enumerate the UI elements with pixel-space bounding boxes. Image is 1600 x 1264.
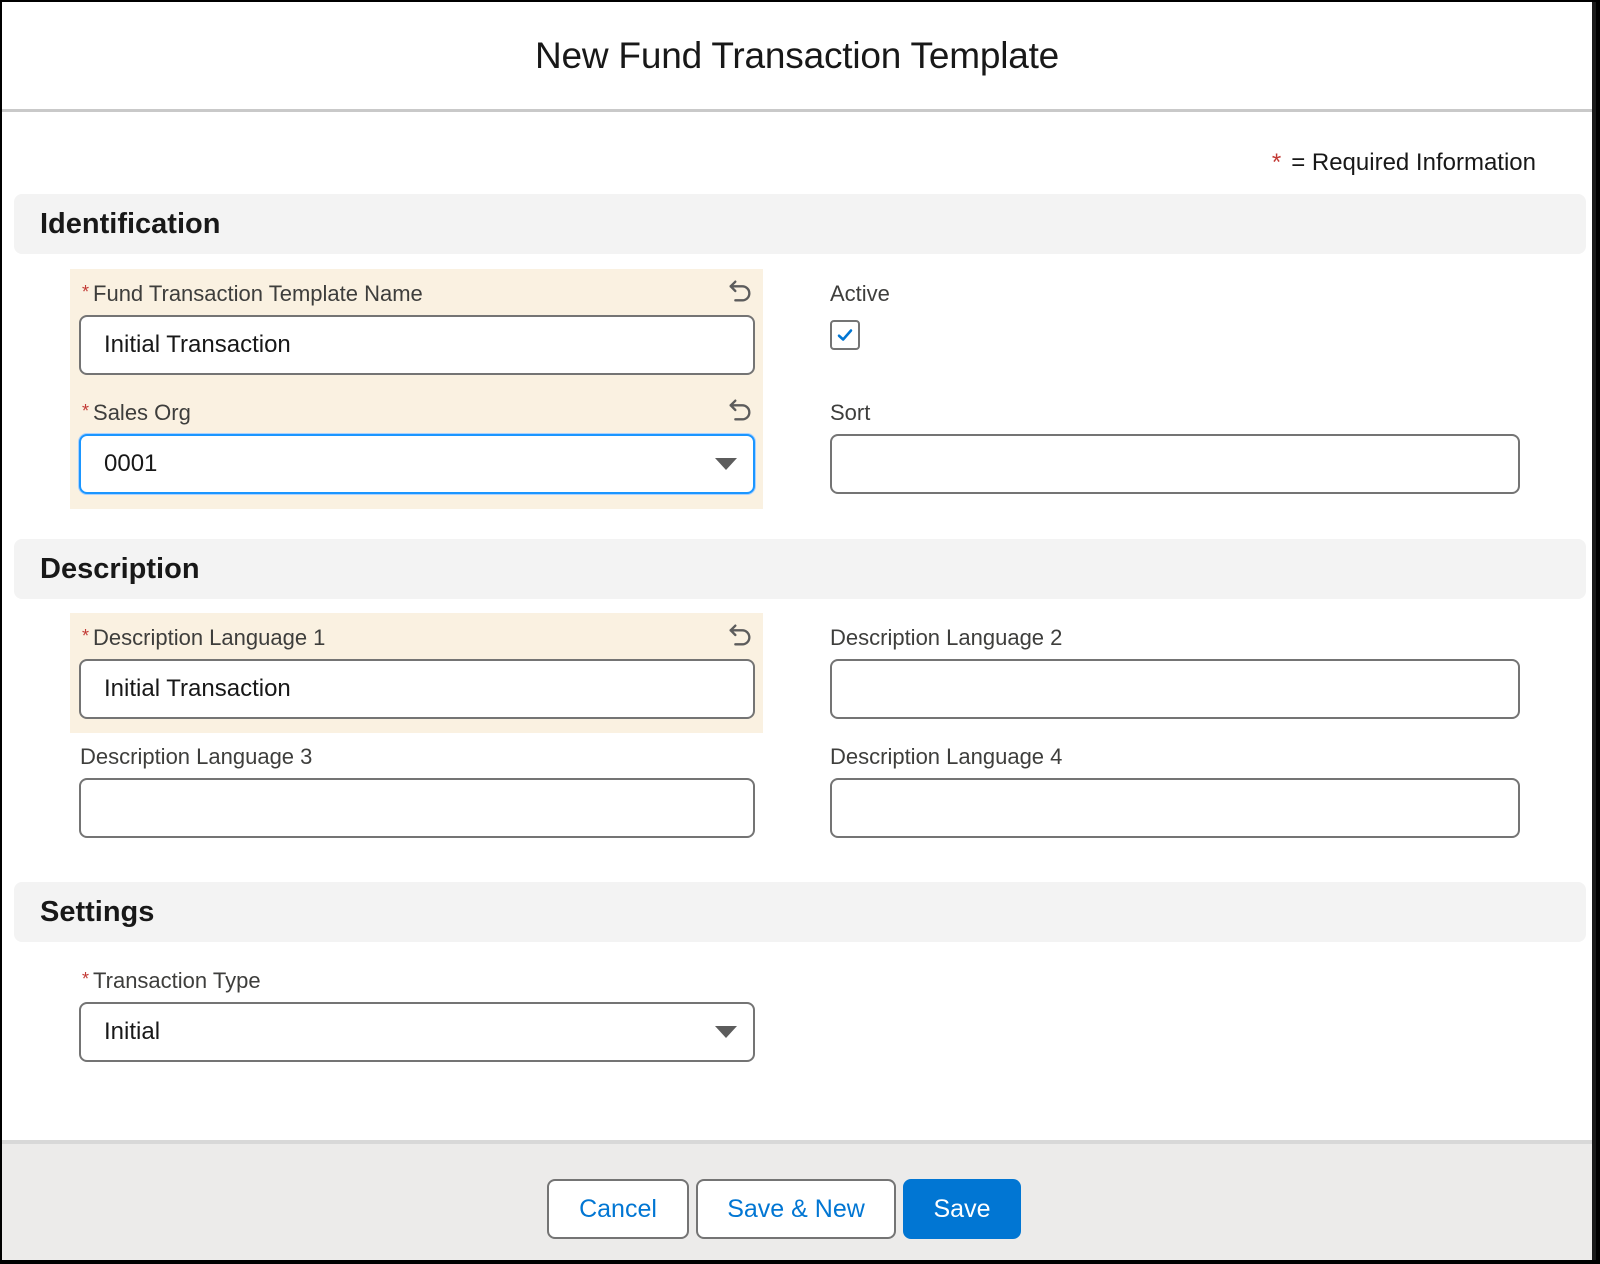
- changed-fields-group: * Fund Transaction Template Name Initial …: [70, 269, 763, 509]
- required-indicator: *: [82, 282, 90, 302]
- undo-icon[interactable]: [726, 621, 754, 649]
- description-language-3-input[interactable]: [79, 778, 755, 838]
- required-asterisk: *: [1271, 149, 1282, 176]
- description-language-4-label: Description Language 4: [830, 744, 1063, 769]
- required-legend-text: = Required Information: [1291, 149, 1536, 176]
- sales-org-label: * Sales Org: [82, 400, 191, 425]
- input-value: Initial Transaction: [104, 331, 291, 358]
- description-language-1-input[interactable]: Initial Transaction: [79, 659, 755, 719]
- required-legend: * = Required Information: [1272, 149, 1536, 177]
- undo-icon[interactable]: [726, 396, 754, 424]
- chevron-down-icon: [715, 458, 737, 470]
- section-header-description[interactable]: Description: [14, 539, 1586, 599]
- description-language-1-label: * Description Language 1: [82, 625, 326, 650]
- input-value: Initial Transaction: [104, 675, 291, 702]
- sort-input[interactable]: [830, 434, 1520, 494]
- sales-org-select[interactable]: 0001: [79, 434, 755, 494]
- select-value: 0001: [104, 450, 158, 477]
- section-title: Description: [40, 552, 200, 585]
- required-indicator: *: [82, 626, 90, 646]
- required-indicator: *: [82, 401, 90, 421]
- save-button[interactable]: Save: [903, 1179, 1021, 1239]
- transaction-type-label: * Transaction Type: [82, 968, 261, 993]
- chevron-down-icon: [715, 1026, 737, 1038]
- template-name-label: * Fund Transaction Template Name: [82, 281, 423, 306]
- active-checkbox[interactable]: [830, 320, 860, 350]
- modal-header: New Fund Transaction Template: [2, 2, 1592, 112]
- section-header-identification[interactable]: Identification: [14, 194, 1586, 254]
- section-title: Identification: [40, 207, 221, 240]
- modal-footer: Cancel Save & New Save: [2, 1140, 1592, 1260]
- description-language-4-input[interactable]: [830, 778, 1520, 838]
- section-header-settings[interactable]: Settings: [14, 882, 1586, 942]
- modal-window: New Fund Transaction Template * = Require…: [2, 2, 1596, 1260]
- transaction-type-select[interactable]: Initial: [79, 1002, 755, 1062]
- save-and-new-button[interactable]: Save & New: [696, 1179, 896, 1239]
- required-indicator: *: [82, 969, 90, 989]
- modal-title: New Fund Transaction Template: [534, 34, 1060, 76]
- cancel-button[interactable]: Cancel: [547, 1179, 689, 1239]
- undo-icon[interactable]: [726, 277, 754, 305]
- template-name-input[interactable]: Initial Transaction: [79, 315, 755, 375]
- description-language-3-label: Description Language 3: [80, 744, 313, 769]
- sort-label: Sort: [830, 400, 871, 425]
- active-label: Active: [830, 281, 890, 306]
- check-icon: [837, 329, 853, 341]
- changed-fields-group: * Description Language 1 Initial Transact…: [70, 613, 763, 733]
- select-value: Initial: [104, 1018, 161, 1045]
- description-language-2-label: Description Language 2: [830, 625, 1063, 650]
- section-title: Settings: [40, 895, 155, 928]
- description-language-2-input[interactable]: [830, 659, 1520, 719]
